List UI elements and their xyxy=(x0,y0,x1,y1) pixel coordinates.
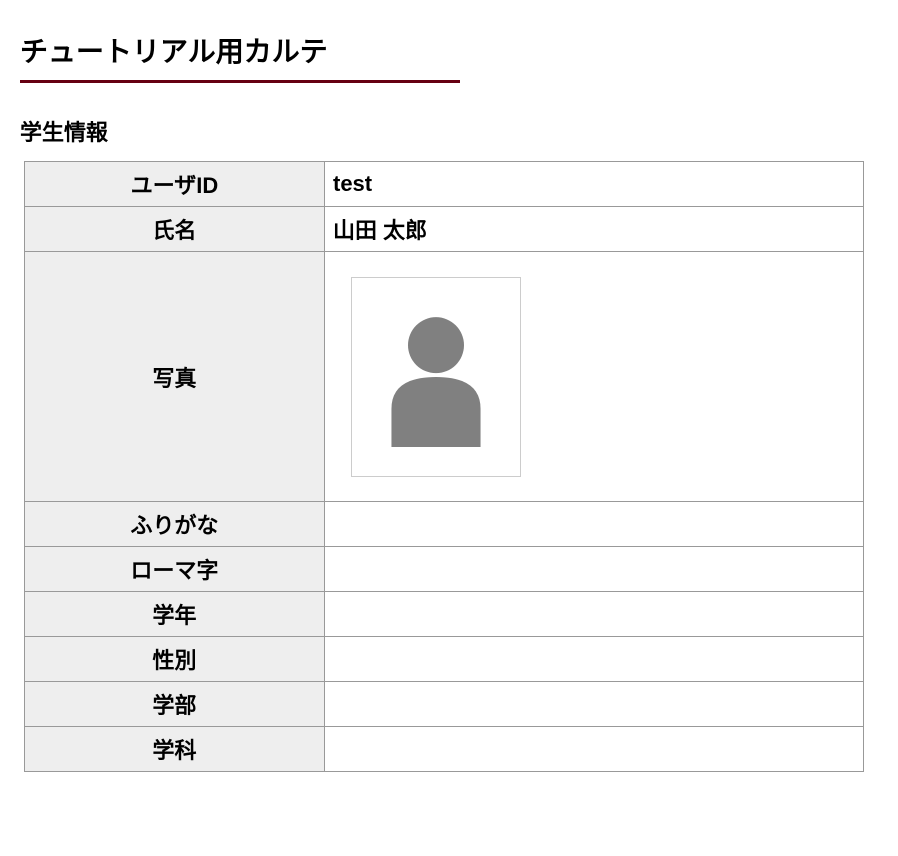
romaji-label: ローマ字 xyxy=(25,547,325,592)
name-value: 山田 太郎 xyxy=(325,207,864,252)
grade-value xyxy=(325,592,864,637)
table-row: 写真 xyxy=(25,252,864,502)
gender-value xyxy=(325,637,864,682)
section-title-student-info: 学生情報 xyxy=(20,115,878,147)
table-row: 氏名 山田 太郎 xyxy=(25,207,864,252)
photo-label: 写真 xyxy=(25,252,325,502)
name-label: 氏名 xyxy=(25,207,325,252)
grade-label: 学年 xyxy=(25,592,325,637)
photo-cell xyxy=(325,252,864,502)
gender-label: 性別 xyxy=(25,637,325,682)
table-row: 学年 xyxy=(25,592,864,637)
department-value xyxy=(325,727,864,772)
table-row: 学科 xyxy=(25,727,864,772)
romaji-value xyxy=(325,547,864,592)
faculty-label: 学部 xyxy=(25,682,325,727)
user-id-label: ユーザID xyxy=(25,162,325,207)
table-row: ふりがな xyxy=(25,502,864,547)
photo-placeholder-box xyxy=(351,277,521,477)
table-row: 学部 xyxy=(25,682,864,727)
user-id-value: test xyxy=(325,162,864,207)
student-info-table: ユーザID test 氏名 山田 太郎 写真 ふりがな ローマ字 学年 性別 xyxy=(24,161,864,772)
furigana-label: ふりがな xyxy=(25,502,325,547)
page-title: チュートリアル用カルテ xyxy=(20,30,460,83)
avatar-placeholder-icon xyxy=(371,307,501,447)
department-label: 学科 xyxy=(25,727,325,772)
table-row: ユーザID test xyxy=(25,162,864,207)
furigana-value xyxy=(325,502,864,547)
table-row: ローマ字 xyxy=(25,547,864,592)
faculty-value xyxy=(325,682,864,727)
table-row: 性別 xyxy=(25,637,864,682)
